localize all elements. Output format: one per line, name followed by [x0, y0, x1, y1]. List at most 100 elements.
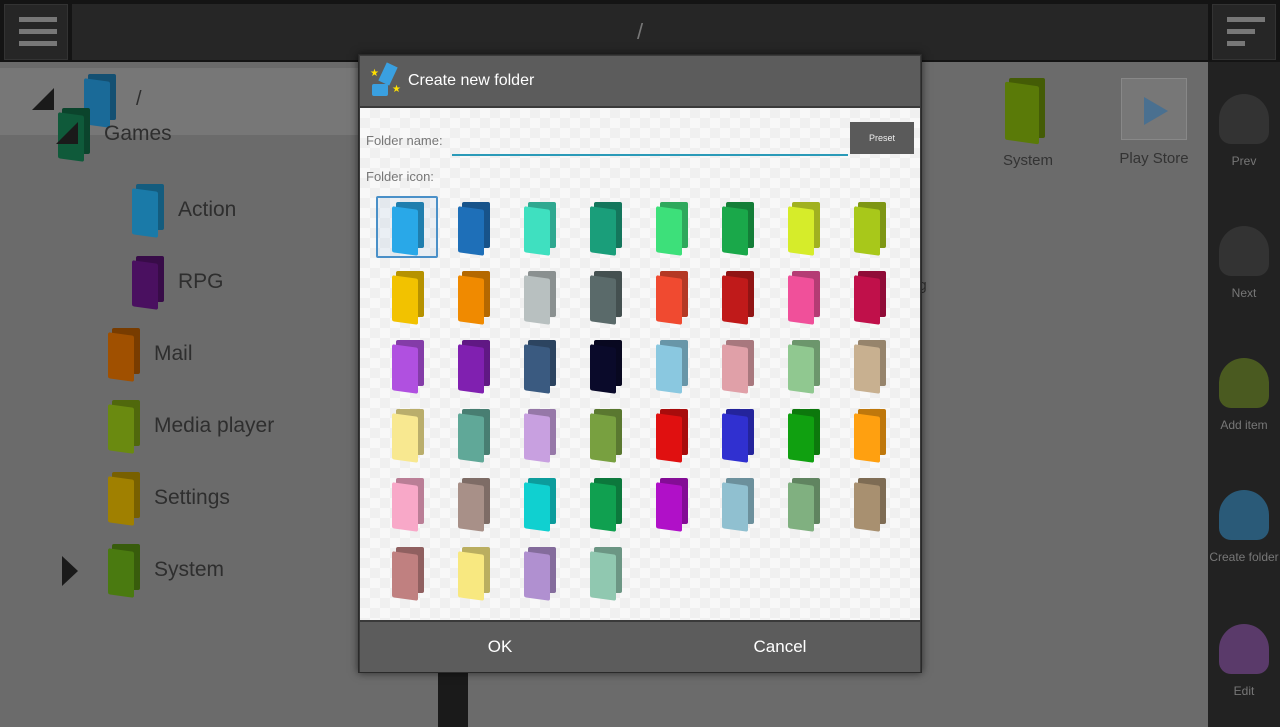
android-icon	[1219, 226, 1269, 276]
tree-item[interactable]: Media player	[106, 396, 274, 456]
menu-button[interactable]	[4, 4, 68, 60]
tree-item[interactable]: RPG	[130, 252, 224, 312]
grid-item-system[interactable]: System	[990, 76, 1066, 169]
tree-item-label: Games	[104, 122, 172, 145]
folder-color-option[interactable]	[838, 265, 900, 327]
folder-color-option[interactable]	[706, 472, 768, 534]
expanded-arrow-icon[interactable]	[56, 122, 78, 144]
folder-icon	[1003, 76, 1053, 145]
folder-color-option[interactable]	[442, 472, 504, 534]
tree-item[interactable]: Action	[130, 180, 236, 240]
folder-icon	[654, 476, 690, 532]
add-item-label: Add item	[1220, 418, 1268, 432]
preset-button[interactable]: Preset	[850, 122, 914, 154]
grid-item-label: Play Store	[1119, 150, 1189, 167]
folder-color-option[interactable]	[772, 472, 834, 534]
prev-label: Prev	[1231, 154, 1257, 168]
tree-item[interactable]: Mail	[106, 324, 193, 384]
folder-color-option[interactable]	[772, 334, 834, 396]
android-icon	[1219, 94, 1269, 144]
create-folder-button[interactable]: Create folder	[1208, 490, 1280, 564]
ok-button[interactable]: OK	[360, 622, 640, 672]
folder-color-option[interactable]	[574, 196, 636, 258]
action-sidebar: Prev Next Add item Create folder Edit	[1208, 62, 1280, 727]
folder-color-option[interactable]	[772, 196, 834, 258]
current-path: /	[72, 4, 1208, 60]
grid-item-play-store[interactable]: Play Store	[1112, 78, 1196, 167]
folder-color-option[interactable]	[574, 334, 636, 396]
folder-icon	[390, 269, 426, 325]
folder-color-option[interactable]	[376, 541, 438, 603]
folder-color-option[interactable]	[508, 541, 570, 603]
folder-icon	[654, 407, 690, 463]
tree-item[interactable]: System	[106, 540, 224, 600]
folder-color-option[interactable]	[376, 403, 438, 465]
folder-color-option[interactable]	[706, 196, 768, 258]
folder-color-option[interactable]	[442, 196, 504, 258]
folder-icon	[456, 338, 492, 394]
folder-color-option[interactable]	[442, 334, 504, 396]
folder-color-option[interactable]	[376, 334, 438, 396]
folder-icon	[786, 269, 822, 325]
folder-color-option[interactable]	[706, 265, 768, 327]
folder-name-input[interactable]	[452, 138, 848, 156]
prev-button[interactable]: Prev	[1208, 94, 1280, 168]
create-folder-icon	[1219, 490, 1269, 540]
folder-icon	[130, 254, 166, 310]
folder-icon	[588, 269, 624, 325]
folder-color-option[interactable]	[508, 472, 570, 534]
folder-color-option[interactable]	[442, 265, 504, 327]
folder-color-option[interactable]	[640, 265, 702, 327]
folder-color-option[interactable]	[508, 403, 570, 465]
tree-item-label: RPG	[178, 270, 224, 293]
folder-color-option[interactable]	[772, 265, 834, 327]
tree-item[interactable]: Settings	[106, 468, 230, 528]
folder-color-option[interactable]	[838, 334, 900, 396]
sort-button[interactable]	[1212, 4, 1276, 60]
folder-color-option[interactable]	[574, 403, 636, 465]
folder-icon	[390, 545, 426, 601]
folder-icon	[654, 338, 690, 394]
folder-color-option[interactable]	[574, 472, 636, 534]
scrollbar[interactable]	[438, 672, 468, 727]
add-item-button[interactable]: Add item	[1208, 358, 1280, 432]
folder-color-option[interactable]	[442, 403, 504, 465]
folder-color-option[interactable]	[772, 403, 834, 465]
folder-color-option[interactable]	[838, 472, 900, 534]
cancel-button[interactable]: Cancel	[640, 622, 920, 672]
folder-icon	[786, 338, 822, 394]
edit-button[interactable]: Edit	[1208, 624, 1280, 698]
folder-color-option[interactable]	[574, 541, 636, 603]
folder-color-option[interactable]	[838, 403, 900, 465]
folder-color-option[interactable]	[376, 265, 438, 327]
folder-color-option[interactable]	[706, 403, 768, 465]
folder-color-option[interactable]	[508, 265, 570, 327]
edit-icon	[1219, 624, 1269, 674]
folder-color-option[interactable]	[442, 541, 504, 603]
folder-color-option[interactable]	[640, 196, 702, 258]
next-button[interactable]: Next	[1208, 226, 1280, 300]
folder-icon	[786, 476, 822, 532]
hamburger-icon	[19, 17, 57, 53]
folder-icon-label: Folder icon:	[366, 169, 434, 184]
add-item-icon	[1219, 358, 1269, 408]
folder-color-option[interactable]	[640, 334, 702, 396]
folder-color-option[interactable]	[640, 403, 702, 465]
next-label: Next	[1231, 286, 1257, 300]
folder-color-option[interactable]	[376, 196, 438, 258]
folder-icon	[390, 200, 426, 256]
folder-color-option[interactable]	[574, 265, 636, 327]
folder-color-option[interactable]	[508, 334, 570, 396]
folder-color-option[interactable]	[376, 472, 438, 534]
folder-color-option[interactable]	[508, 196, 570, 258]
folder-icon	[522, 545, 558, 601]
play-store-icon	[1121, 78, 1187, 140]
expanded-arrow-icon[interactable]	[32, 88, 54, 110]
folder-color-option[interactable]	[838, 196, 900, 258]
folder-icon	[522, 407, 558, 463]
folder-color-option[interactable]	[706, 334, 768, 396]
collapsed-arrow-icon[interactable]	[62, 556, 78, 586]
folder-color-option[interactable]	[640, 472, 702, 534]
folder-name-label: Folder name:	[366, 133, 443, 148]
tree-root-row[interactable]: /	[0, 68, 360, 135]
